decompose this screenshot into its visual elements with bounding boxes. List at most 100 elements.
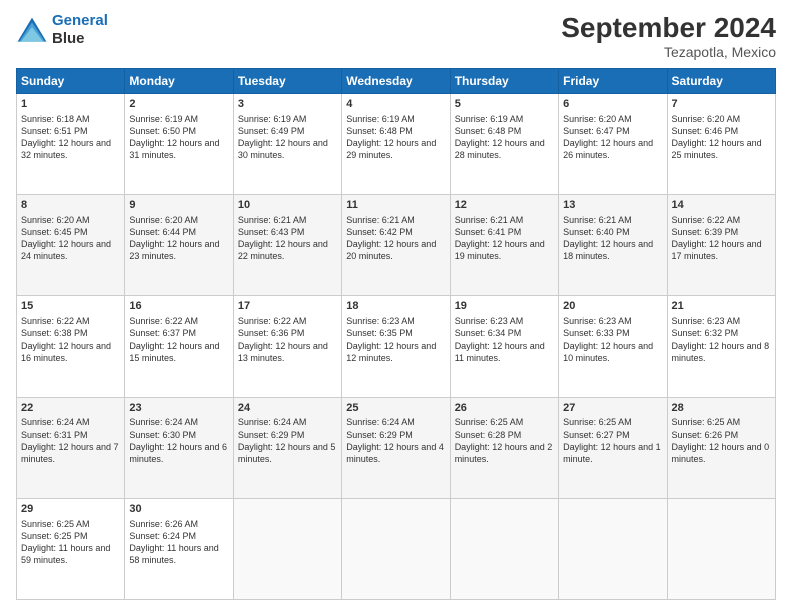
day-cell-12: 12Sunrise: 6:21 AMSunset: 6:41 PMDayligh…	[450, 195, 558, 296]
sunrise: Sunrise: 6:24 AM	[21, 417, 90, 427]
day-number: 1	[21, 97, 120, 112]
day-cell-16: 16 Sunrise: 6:22 AM Sunset: 6:37 PM Dayligh…	[125, 296, 233, 397]
daylight-label: Daylight: 12 hours and 11 minutes.	[455, 341, 545, 363]
logo-text: General Blue	[52, 12, 108, 48]
day-number: 21	[672, 299, 771, 314]
day-number: 11	[346, 198, 445, 213]
sunset: Sunset: 6:25 PM	[21, 531, 88, 541]
calendar-week-row: 1Sunrise: 6:18 AMSunset: 6:51 PMDaylight…	[17, 94, 776, 195]
day-cell-18: 18Sunrise: 6:23 AMSunset: 6:35 PMDayligh…	[342, 296, 450, 397]
logo-icon	[16, 16, 48, 44]
sunrise: Sunrise: 6:21 AM	[346, 215, 415, 225]
daylight-label: Daylight: 12 hours and 24 minutes.	[21, 239, 111, 261]
col-header-sunday: Sunday	[17, 69, 125, 94]
daylight-label: Daylight: 12 hours and 31 minutes.	[129, 138, 219, 160]
daylight-label: Daylight: 12 hours and 0 minutes.	[672, 442, 770, 464]
day-number: 22	[21, 401, 120, 416]
day-cell-8: 8Sunrise: 6:20 AMSunset: 6:45 PMDaylight…	[17, 195, 125, 296]
sunset: Sunset: 6:46 PM	[672, 126, 739, 136]
col-header-friday: Friday	[559, 69, 667, 94]
sunrise: Sunrise: 6:20 AM	[21, 215, 90, 225]
sunrise: Sunrise: 6:22 AM	[129, 316, 198, 326]
day-cell-5: 5Sunrise: 6:19 AMSunset: 6:48 PMDaylight…	[450, 94, 558, 195]
daylight-label: Daylight: 12 hours and 7 minutes.	[21, 442, 119, 464]
daylight-label: Daylight: 12 hours and 5 minutes.	[238, 442, 336, 464]
sunrise: Sunrise: 6:19 AM	[346, 114, 415, 124]
sunrise: Sunrise: 6:23 AM	[346, 316, 415, 326]
day-number: 3	[238, 97, 337, 112]
sunset: Sunset: 6:43 PM	[238, 227, 305, 237]
sunset: Sunset: 6:37 PM	[129, 328, 196, 338]
sunset: Sunset: 6:31 PM	[21, 430, 88, 440]
sunset: Sunset: 6:40 PM	[563, 227, 630, 237]
day-cell-9: 9Sunrise: 6:20 AMSunset: 6:44 PMDaylight…	[125, 195, 233, 296]
sunrise: Sunrise: 6:20 AM	[563, 114, 632, 124]
sunrise: Sunrise: 6:21 AM	[455, 215, 524, 225]
day-number: 19	[455, 299, 554, 314]
day-cell-7: 7Sunrise: 6:20 AMSunset: 6:46 PMDaylight…	[667, 94, 775, 195]
sunrise: Sunrise: 6:21 AM	[563, 215, 632, 225]
sunrise: Sunrise: 6:21 AM	[238, 215, 307, 225]
sunset: Sunset: 6:42 PM	[346, 227, 413, 237]
calendar-week-row: 8Sunrise: 6:20 AMSunset: 6:45 PMDaylight…	[17, 195, 776, 296]
daylight-label: Daylight: 12 hours and 28 minutes.	[455, 138, 545, 160]
day-cell-11: 11Sunrise: 6:21 AMSunset: 6:42 PMDayligh…	[342, 195, 450, 296]
logo-line1: General	[52, 12, 108, 29]
sunrise: Sunrise: 6:26 AM	[129, 519, 198, 529]
location: Tezapotla, Mexico	[561, 44, 776, 60]
daylight-label: Daylight: 11 hours and 58 minutes.	[129, 543, 218, 565]
sunset: Sunset: 6:32 PM	[672, 328, 739, 338]
sunrise: Sunrise: 6:18 AM	[21, 114, 90, 124]
empty-cell	[667, 498, 775, 599]
day-number: 2	[129, 97, 228, 112]
daylight-label: Daylight: 12 hours and 2 minutes.	[455, 442, 553, 464]
sunset: Sunset: 6:50 PM	[129, 126, 196, 136]
day-number: 25	[346, 401, 445, 416]
sunrise: Sunrise: 6:23 AM	[672, 316, 741, 326]
sunset: Sunset: 6:28 PM	[455, 430, 522, 440]
empty-cell	[342, 498, 450, 599]
col-header-wednesday: Wednesday	[342, 69, 450, 94]
sunrise: Sunrise: 6:23 AM	[563, 316, 632, 326]
day-cell-23: 23Sunrise: 6:24 AMSunset: 6:30 PMDayligh…	[125, 397, 233, 498]
day-number: 10	[238, 198, 337, 213]
day-cell-13: 13Sunrise: 6:21 AMSunset: 6:40 PMDayligh…	[559, 195, 667, 296]
empty-cell	[559, 498, 667, 599]
sunrise: Sunrise: 6:22 AM	[672, 215, 741, 225]
day-cell-14: 14Sunrise: 6:22 AMSunset: 6:39 PMDayligh…	[667, 195, 775, 296]
day-cell-2: 2Sunrise: 6:19 AMSunset: 6:50 PMDaylight…	[125, 94, 233, 195]
header: General Blue September 2024 Tezapotla, M…	[16, 12, 776, 60]
day-cell-22: 22Sunrise: 6:24 AM Sunset: 6:31 PM Dayligh…	[17, 397, 125, 498]
daylight-label: Daylight: 12 hours and 22 minutes.	[238, 239, 328, 261]
day-number: 27	[563, 401, 662, 416]
sunset: Sunset: 6:24 PM	[129, 531, 196, 541]
daylight-label: Daylight: 12 hours and 8 minutes.	[672, 341, 770, 363]
calendar-week-row: 15Sunrise: 6:22 AMSunset: 6:38 PMDayligh…	[17, 296, 776, 397]
sunrise: Sunrise: 6:24 AM	[346, 417, 415, 427]
day-cell-25: 25Sunrise: 6:24 AMSunset: 6:29 PMDayligh…	[342, 397, 450, 498]
day-number: 13	[563, 198, 662, 213]
day-number: 26	[455, 401, 554, 416]
daylight-label: Daylight: 12 hours and 17 minutes.	[672, 239, 762, 261]
sunrise: Sunrise: 6:22 AM	[238, 316, 307, 326]
daylight-label: Daylight: 12 hours and 32 minutes.	[21, 138, 111, 160]
day-cell-27: 27Sunrise: 6:25 AMSunset: 6:27 PMDayligh…	[559, 397, 667, 498]
month-title: September 2024	[561, 12, 776, 44]
sunset: Sunset: 6:49 PM	[238, 126, 305, 136]
sunset: Sunset: 6:38 PM	[21, 328, 88, 338]
sunrise: Sunrise: 6:25 AM	[672, 417, 741, 427]
sunset: Sunset: 6:48 PM	[346, 126, 413, 136]
daylight-label: Daylight: 12 hours and 25 minutes.	[672, 138, 762, 160]
calendar-week-row: 29Sunrise: 6:25 AMSunset: 6:25 PMDayligh…	[17, 498, 776, 599]
sunset: Sunset: 6:26 PM	[672, 430, 739, 440]
sunset: Sunset: 6:35 PM	[346, 328, 413, 338]
sunset: Sunset: 6:45 PM	[21, 227, 88, 237]
sunrise: Sunrise: 6:25 AM	[455, 417, 524, 427]
daylight-label: Daylight: 12 hours and 16 minutes.	[21, 341, 111, 363]
sunrise: Sunrise: 6:20 AM	[672, 114, 741, 124]
day-number: 16	[129, 299, 228, 314]
col-header-thursday: Thursday	[450, 69, 558, 94]
empty-cell	[450, 498, 558, 599]
sunset: Sunset: 6:44 PM	[129, 227, 196, 237]
daylight-label: Daylight: 12 hours and 15 minutes.	[129, 341, 219, 363]
